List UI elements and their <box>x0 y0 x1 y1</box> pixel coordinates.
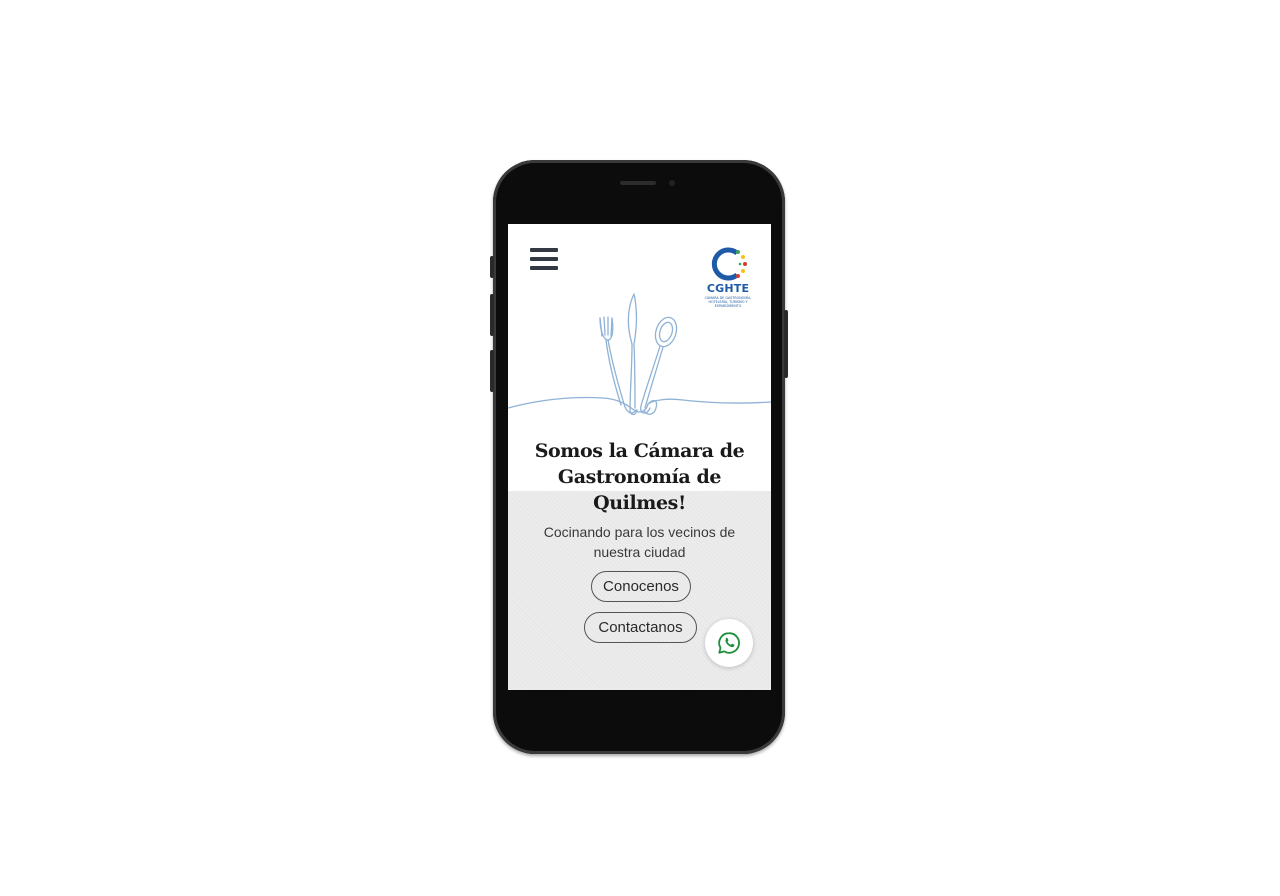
phone-camera <box>669 180 675 186</box>
whatsapp-button[interactable] <box>705 619 753 667</box>
hero-subtitle: Cocinando para los vecinos de nuestra ci… <box>543 524 736 560</box>
phone-frame: CGHTE CÁMARA DE GASTRONOMÍA, HOTELERÍA, … <box>490 160 788 754</box>
power-button <box>784 310 788 378</box>
phone-speaker <box>620 181 656 185</box>
conocenos-button[interactable]: Conocenos <box>591 571 691 602</box>
contactanos-button[interactable]: Contactanos <box>584 612 697 643</box>
hamburger-menu-icon[interactable] <box>530 248 560 274</box>
phone-screen: CGHTE CÁMARA DE GASTRONOMÍA, HOTELERÍA, … <box>508 224 771 690</box>
hero-title: Somos la Cámara de Gastronomía de Quilme… <box>534 440 745 514</box>
whatsapp-icon <box>718 632 740 654</box>
mute-switch <box>490 256 494 278</box>
volume-up-button <box>490 294 494 336</box>
volume-down-button <box>490 350 494 392</box>
cutlery-line-art-icon <box>508 293 771 416</box>
logo-ring-icon <box>711 247 747 281</box>
